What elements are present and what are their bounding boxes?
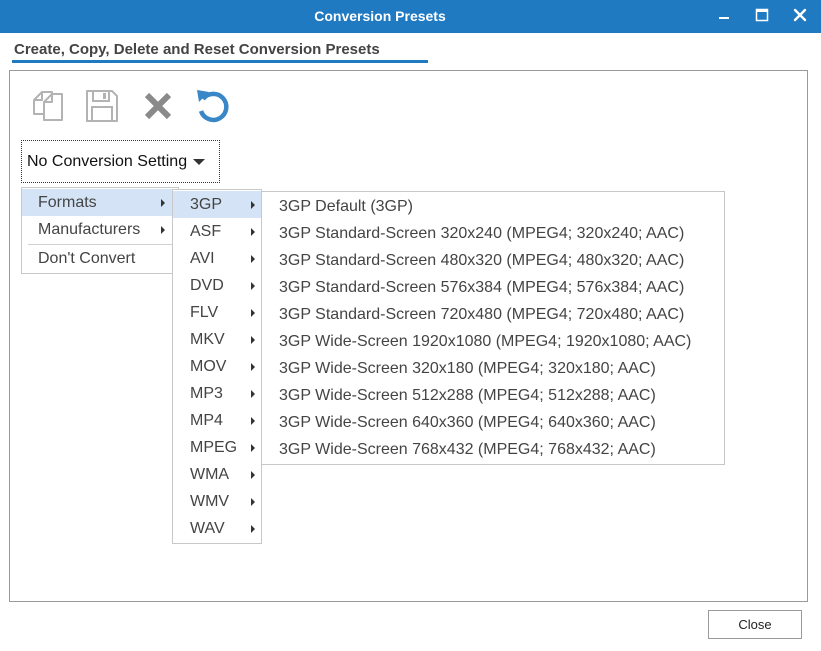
- title-bar: Conversion Presets: [0, 0, 821, 33]
- chevron-right-icon: [251, 309, 255, 317]
- menu-item-asf[interactable]: ASF: [173, 218, 261, 245]
- menu-item-mov[interactable]: MOV: [173, 353, 261, 380]
- menu-item-label: WAV: [190, 520, 225, 537]
- menu-item-mp3[interactable]: MP3: [173, 380, 261, 407]
- minimize-icon: [719, 17, 729, 19]
- menu-item-label: MOV: [190, 358, 227, 375]
- menu-item-wmv[interactable]: WMV: [173, 488, 261, 515]
- chevron-right-icon: [251, 444, 255, 452]
- reset-button[interactable]: [193, 86, 233, 126]
- menu-item-wma[interactable]: WMA: [173, 461, 261, 488]
- menu-item-label: MKV: [190, 331, 225, 348]
- preset-item[interactable]: 3GP Wide-Screen 512x288 (MPEG4; 512x288;…: [262, 382, 724, 409]
- delete-icon: [144, 92, 172, 120]
- menu-item-flv[interactable]: FLV: [173, 299, 261, 326]
- preset-menu: 3GP Default (3GP) 3GP Standard-Screen 32…: [261, 191, 725, 465]
- menu-item-mkv[interactable]: MKV: [173, 326, 261, 353]
- menu-item-label: WMA: [190, 466, 230, 483]
- menu-item-label: ASF: [190, 223, 222, 240]
- menu-item-wav[interactable]: WAV: [173, 515, 261, 542]
- chevron-right-icon: [251, 255, 255, 263]
- chevron-right-icon: [251, 417, 255, 425]
- format-type-menu: 3GP ASF AVI DVD FLV MKV MOV MP3 MP4 MPEG…: [172, 189, 262, 544]
- chevron-right-icon: [251, 282, 255, 290]
- menu-item-dont-convert[interactable]: Don't Convert: [22, 245, 178, 272]
- preset-item[interactable]: 3GP Wide-Screen 1920x1080 (MPEG4; 1920x1…: [262, 328, 724, 355]
- conversion-setting-dropdown[interactable]: No Conversion Setting: [21, 140, 220, 183]
- chevron-right-icon: [251, 390, 255, 398]
- menu-item-3gp[interactable]: 3GP: [173, 191, 261, 218]
- menu-item-avi[interactable]: AVI: [173, 245, 261, 272]
- maximize-icon: [755, 8, 769, 22]
- copy-icon: [33, 91, 63, 121]
- reset-icon: [197, 90, 229, 123]
- window-close-button[interactable]: [785, 0, 815, 30]
- menu-item-label: WMV: [190, 493, 230, 510]
- chevron-right-icon: [251, 498, 255, 506]
- delete-button[interactable]: [138, 86, 178, 126]
- menu-item-label: FLV: [190, 304, 219, 321]
- menu-item-mp4[interactable]: MP4: [173, 407, 261, 434]
- menu-item-label: MP4: [190, 412, 223, 429]
- preset-item[interactable]: 3GP Wide-Screen 768x432 (MPEG4; 768x432;…: [262, 436, 724, 463]
- preset-item[interactable]: 3GP Standard-Screen 320x240 (MPEG4; 320x…: [262, 220, 724, 247]
- preset-item[interactable]: 3GP Default (3GP): [262, 193, 724, 220]
- chevron-right-icon: [251, 201, 255, 209]
- formats-menu: Formats Manufacturers Don't Convert: [21, 187, 179, 274]
- menu-item-label: Don't Convert: [38, 250, 136, 267]
- close-button[interactable]: Close: [708, 610, 802, 639]
- menu-item-label: Formats: [38, 194, 97, 211]
- copy-button[interactable]: [28, 86, 68, 126]
- caret-down-icon: [193, 158, 206, 165]
- preset-item[interactable]: 3GP Wide-Screen 640x360 (MPEG4; 640x360;…: [262, 409, 724, 436]
- preset-item[interactable]: 3GP Standard-Screen 576x384 (MPEG4; 576x…: [262, 274, 724, 301]
- menu-item-manufacturers[interactable]: Manufacturers: [22, 216, 178, 243]
- menu-item-label: MP3: [190, 385, 223, 402]
- close-icon: [793, 8, 807, 22]
- window-title: Conversion Presets: [314, 8, 446, 24]
- chevron-right-icon: [161, 226, 165, 234]
- chevron-right-icon: [161, 199, 165, 207]
- dropdown-label: No Conversion Setting: [27, 152, 188, 170]
- menu-item-label: DVD: [190, 277, 224, 294]
- heading-underline: [12, 60, 428, 63]
- maximize-button[interactable]: [747, 0, 777, 30]
- section-heading: Create, Copy, Delete and Reset Conversio…: [14, 41, 380, 58]
- chevron-right-icon: [251, 471, 255, 479]
- preset-item[interactable]: 3GP Standard-Screen 480x320 (MPEG4; 480x…: [262, 247, 724, 274]
- preset-item[interactable]: 3GP Wide-Screen 320x180 (MPEG4; 320x180;…: [262, 355, 724, 382]
- menu-item-dvd[interactable]: DVD: [173, 272, 261, 299]
- menu-item-mpeg[interactable]: MPEG: [173, 434, 261, 461]
- chevron-right-icon: [251, 228, 255, 236]
- menu-item-label: Manufacturers: [38, 221, 141, 238]
- menu-item-label: AVI: [190, 250, 215, 267]
- chevron-right-icon: [251, 363, 255, 371]
- chevron-right-icon: [251, 336, 255, 344]
- minimize-button[interactable]: [709, 0, 739, 30]
- menu-item-label: MPEG: [190, 439, 238, 456]
- menu-item-formats[interactable]: Formats: [22, 189, 178, 216]
- preset-item[interactable]: 3GP Standard-Screen 720x480 (MPEG4; 720x…: [262, 301, 724, 328]
- save-button[interactable]: [82, 86, 122, 126]
- menu-item-label: 3GP: [190, 196, 223, 213]
- chevron-right-icon: [251, 525, 255, 533]
- save-icon: [86, 90, 118, 122]
